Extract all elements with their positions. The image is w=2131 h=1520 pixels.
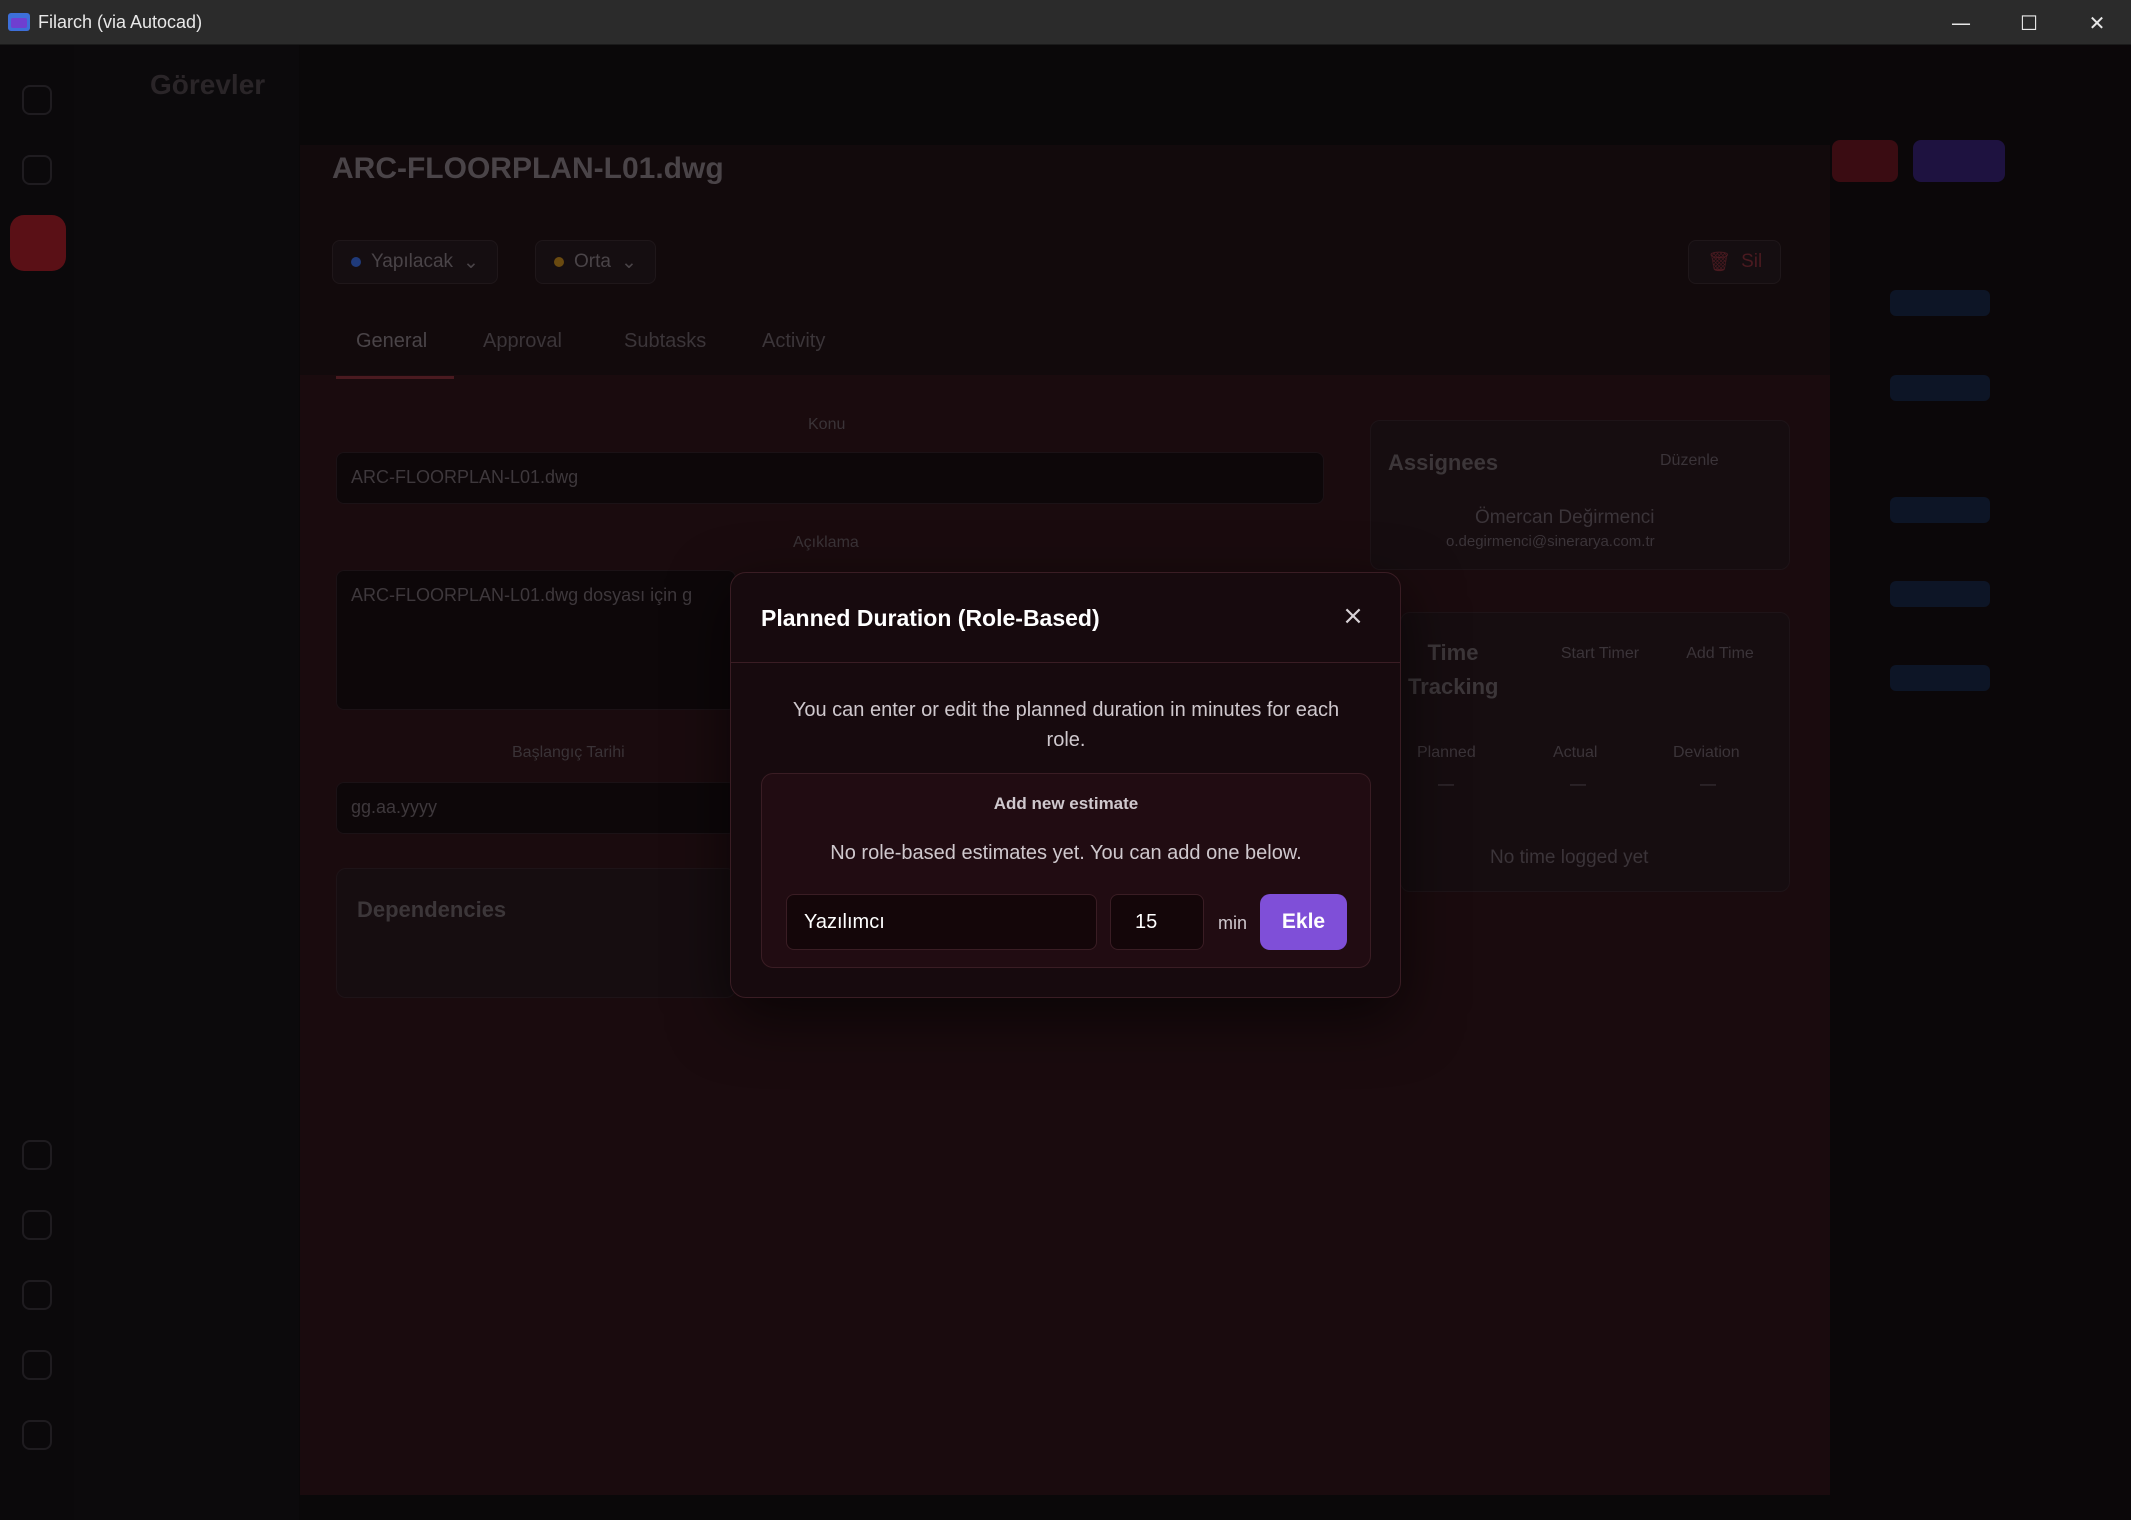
task-list-strip — [1830, 45, 2131, 1520]
role-input[interactable] — [786, 894, 1097, 950]
tasks-icon — [10, 215, 66, 271]
start-timer-button[interactable]: Start Timer — [1560, 645, 1640, 663]
calendar-icon — [22, 155, 52, 185]
close-icon[interactable]: × — [1340, 601, 1366, 631]
add-time-button[interactable]: Add Time — [1685, 645, 1755, 663]
status-badge — [1890, 375, 1990, 401]
description-field[interactable]: ARC-FLOORPLAN-L01.dwg dosyası için g — [336, 570, 736, 710]
settings-icon — [22, 1350, 52, 1380]
planned-label: Planned — [1417, 744, 1476, 761]
modal-title: Planned Duration (Role-Based) — [761, 605, 1100, 631]
tab-activity[interactable]: Activity — [762, 330, 825, 353]
status-badge — [1890, 290, 1990, 316]
strip-red-button[interactable] — [1832, 140, 1898, 182]
window-title: Filarch (via Autocad) — [38, 11, 203, 32]
dependencies-title: Dependencies — [357, 897, 507, 922]
add-estimate-heading: Add new estimate — [993, 794, 1139, 813]
modal-description: You can enter or edit the planned durati… — [792, 699, 1340, 751]
heart-icon — [22, 1280, 52, 1310]
add-estimate-section: Add new estimate No role-based estimates… — [761, 773, 1371, 968]
start-date-label: Başlangıç Tarihi — [512, 744, 625, 761]
tab-approval[interactable]: Approval — [483, 330, 562, 353]
window-controls: — ☐ ✕ — [1927, 0, 2131, 45]
minimize-icon[interactable]: — — [1927, 0, 1995, 45]
delete-label: Sil — [1741, 251, 1763, 272]
actual-value: — — [1570, 776, 1586, 793]
status-dropdown[interactable]: Yapılacak ⌄ — [332, 240, 498, 284]
deviation-value: — — [1700, 776, 1716, 793]
dependencies-card — [336, 868, 736, 998]
window-titlebar: Filarch (via Autocad) — ☐ ✕ — [0, 0, 2131, 45]
chevron-down-icon: ⌄ — [620, 251, 637, 273]
maximize-icon[interactable]: ☐ — [1995, 0, 2063, 45]
page-title: Görevler — [150, 69, 266, 100]
status-label: Yapılacak — [371, 251, 454, 272]
folder-icon — [22, 85, 52, 115]
priority-label: Orta — [574, 251, 611, 272]
add-estimate-button[interactable]: Ekle — [1260, 894, 1347, 950]
globe-icon — [22, 1210, 52, 1240]
strip-purple-button[interactable] — [1913, 140, 2005, 182]
edit-assignees-button[interactable]: Düzenle — [1660, 452, 1719, 470]
close-window-icon[interactable]: ✕ — [2063, 0, 2131, 45]
status-badge — [1890, 581, 1990, 607]
trash-icon: 🗑 — [1707, 252, 1732, 273]
logout-icon — [22, 1420, 52, 1450]
planned-value: — — [1438, 776, 1454, 793]
side-navigation — [74, 45, 299, 1520]
app-icon — [8, 13, 30, 31]
delete-button[interactable]: 🗑 Sil — [1688, 240, 1782, 284]
actual-label: Actual — [1553, 744, 1598, 761]
description-label: Açıklama — [793, 534, 859, 551]
assignees-title: Assignees — [1388, 450, 1499, 475]
chevron-down-icon: ⌄ — [463, 251, 479, 273]
minutes-unit-label: min — [1218, 913, 1248, 933]
priority-dot-icon — [554, 257, 564, 267]
priority-dropdown[interactable]: Orta ⌄ — [535, 240, 656, 284]
minutes-input[interactable] — [1110, 894, 1204, 950]
status-badge — [1890, 497, 1990, 523]
icon-rail — [0, 45, 74, 1520]
no-time-logged-text: No time logged yet — [1490, 847, 1649, 868]
task-title: ARC-FLOORPLAN-L01.dwg — [332, 152, 724, 185]
assignee-email: o.degirmenci@sinerarya.com.tr — [1446, 533, 1655, 550]
notes-icon — [22, 1140, 52, 1170]
tab-subtasks[interactable]: Subtasks — [624, 330, 706, 353]
status-dot-icon — [351, 257, 361, 267]
subject-field[interactable]: ARC-FLOORPLAN-L01.dwg — [336, 452, 1324, 504]
start-date-field[interactable]: gg.aa.yyyy — [336, 782, 736, 834]
tab-general[interactable]: General — [356, 330, 427, 353]
deviation-label: Deviation — [1673, 744, 1740, 761]
planned-duration-modal: Planned Duration (Role-Based) × You can … — [730, 572, 1401, 998]
empty-estimates-text: No role-based estimates yet. You can add… — [830, 842, 1302, 864]
active-tab-indicator — [336, 376, 454, 379]
modal-header: Planned Duration (Role-Based) × — [731, 573, 1400, 663]
status-badge — [1890, 665, 1990, 691]
time-tracking-title: Time Tracking — [1408, 640, 1499, 699]
assignee-name: Ömercan Değirmenci — [1475, 507, 1655, 528]
subject-label: Konu — [808, 416, 846, 433]
